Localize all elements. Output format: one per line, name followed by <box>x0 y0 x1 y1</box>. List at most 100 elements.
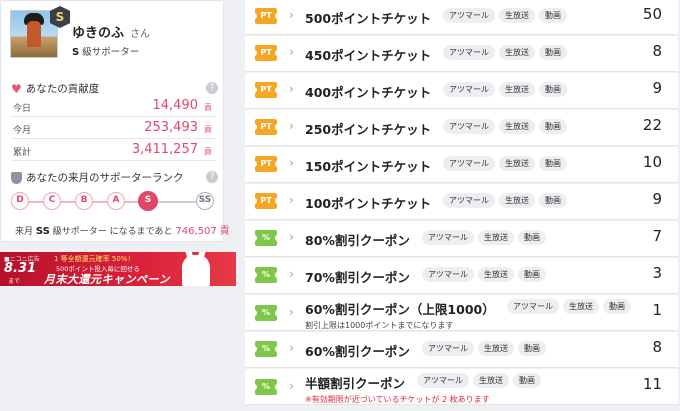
campaign-banner[interactable]: ■ニコニ広告 8.31 まで 1 等全額還元確率 50%！ 500ポイント投入毎… <box>0 252 236 286</box>
stat-label: 累計 <box>13 148 32 158</box>
ticket-row[interactable]: % › 70%割引クーポン アツマール 生放送 動画 3 <box>245 258 678 294</box>
ticket-tag: 生放送 <box>499 193 535 208</box>
ticket-row[interactable]: % › 80%割引クーポン アツマール 生放送 動画 7 <box>245 221 678 257</box>
chevron-right-icon[interactable]: › <box>289 305 294 319</box>
ticket-tag: アツマール <box>422 341 474 356</box>
ticket-tags: アツマール 生放送 動画 <box>422 230 546 245</box>
contribution-title-text: あなたの貢献度 <box>25 83 100 95</box>
ticket-tag: 動画 <box>513 373 541 388</box>
banner-until: まで <box>8 278 21 285</box>
next-rank-title-text: あなたの来月のサポーターランク <box>26 172 184 184</box>
ticket-tag: 生放送 <box>478 230 514 245</box>
ticket-tag: 動画 <box>518 230 546 245</box>
ticket-tag: アツマール <box>422 267 474 282</box>
rank-letter: S <box>72 47 80 58</box>
chevron-right-icon[interactable]: › <box>289 379 294 393</box>
next-prefix: 来月 <box>15 227 34 237</box>
ticket-count: 1 <box>652 301 662 319</box>
stat-month: 今月 253,493 貢 <box>11 119 216 139</box>
profile: S ゆきのふ さん S 級サポーター <box>10 6 222 70</box>
discount-coupon-icon: % <box>252 305 280 321</box>
ticket-row[interactable]: PT › 250ポイントチケット アツマール 生放送 動画 22 <box>245 110 678 146</box>
help-icon[interactable]: ? <box>206 171 218 183</box>
stat-value: 253,493 <box>144 120 198 135</box>
chevron-right-icon[interactable]: › <box>289 45 294 59</box>
ticket-tag: 動画 <box>539 119 567 134</box>
avatar-figure <box>27 21 41 47</box>
rank-step: C <box>43 192 61 210</box>
chevron-right-icon[interactable]: › <box>289 341 294 355</box>
ticket-tags: アツマール 生放送 動画 <box>507 299 631 314</box>
ticket-tag: アツマール <box>443 82 495 97</box>
ticket-tag: 動画 <box>539 193 567 208</box>
ticket-name: 半額割引クーポン <box>305 376 406 391</box>
supporter-card: S ゆきのふ さん S 級サポーター ♥ あなたの貢献度 ? 今日 14,490 貢… <box>0 0 230 242</box>
chevron-right-icon[interactable]: › <box>289 193 294 207</box>
ticket-tag: アツマール <box>507 299 559 314</box>
ticket-tag: 生放送 <box>478 341 514 356</box>
ticket-tags: アツマール 生放送 動画 <box>417 373 541 388</box>
ticket-row[interactable]: PT › 100ポイントチケット アツマール 生放送 動画 9 <box>245 184 678 220</box>
ticket-tag: アツマール <box>443 156 495 171</box>
chevron-right-icon[interactable]: › <box>289 156 294 170</box>
ticket-tag: アツマール <box>422 230 474 245</box>
ticket-name: 400ポイントチケット <box>305 85 432 100</box>
next-mid: になるまであと <box>109 227 173 237</box>
chevron-right-icon[interactable]: › <box>289 119 294 133</box>
ticket-tag: 動画 <box>518 267 546 282</box>
ticket-tags: アツマール 生放送 動画 <box>443 8 567 23</box>
supporter-rank: S 級サポーター <box>72 44 139 58</box>
chevron-right-icon[interactable]: › <box>289 267 294 281</box>
ticket-count: 11 <box>642 375 662 393</box>
ticket-tag: 生放送 <box>499 82 535 97</box>
stat-today: 今日 14,490 貢 <box>11 97 216 117</box>
ticket-name: 70%割引クーポン <box>305 270 410 285</box>
ticket-tags: アツマール 生放送 動画 <box>443 193 567 208</box>
ticket-row[interactable]: PT › 400ポイントチケット アツマール 生放送 動画 9 <box>245 73 678 109</box>
chevron-right-icon[interactable]: › <box>289 82 294 96</box>
rank-ladder: D C B A S SS <box>11 191 216 212</box>
next-rank-title: あなたの来月のサポーターランク <box>11 170 184 185</box>
next-target-label: 級サポーター <box>52 227 107 237</box>
ticket-count: 3 <box>652 264 662 282</box>
honorific: さん <box>130 29 151 40</box>
help-icon[interactable]: ? <box>206 82 218 94</box>
ticket-tags: アツマール 生放送 動画 <box>422 341 546 356</box>
stat-value: 3,411,257 <box>131 142 198 157</box>
ticket-name: 250ポイントチケット <box>305 122 432 137</box>
ticket-row[interactable]: % › 半額割引クーポン アツマール 生放送 動画 ※有効期限が近づいているチケットが 2 … <box>245 369 678 405</box>
discount-coupon-icon: % <box>252 341 280 357</box>
ticket-count: 9 <box>652 79 662 97</box>
ticket-row[interactable]: PT › 150ポイントチケット アツマール 生放送 動画 10 <box>245 147 678 183</box>
ticket-tag: アツマール <box>443 193 495 208</box>
ticket-row[interactable]: % › 60%割引クーポン アツマール 生放送 動画 8 <box>245 332 678 368</box>
username: ゆきのふ さん <box>72 22 150 41</box>
next-remaining: 746,507 <box>175 226 217 237</box>
heart-icon: ♥ <box>11 81 22 96</box>
ticket-name: 80%割引クーポン <box>305 233 410 248</box>
ticket-row[interactable]: % › 60%割引クーポン（上限1000） アツマール 生放送 動画 割引上限は1000ポイ… <box>245 295 678 331</box>
ticket-row[interactable]: PT › 450ポイントチケット アツマール 生放送 動画 8 <box>245 36 678 72</box>
ticket-tag: 生放送 <box>563 299 599 314</box>
ticket-tag: アツマール <box>417 373 469 388</box>
point-ticket-icon: PT <box>252 8 280 24</box>
ticket-count: 7 <box>652 227 662 245</box>
rank-step: D <box>11 192 29 210</box>
ticket-tag: 動画 <box>518 341 546 356</box>
next-unit: 貢 <box>219 226 230 237</box>
chevron-right-icon[interactable]: › <box>289 230 294 244</box>
rank-step-current: S <box>138 191 158 211</box>
ticket-tag: 動画 <box>603 299 631 314</box>
banner-title: 月末大還元キャンペーン <box>44 273 170 286</box>
ticket-tag: 生放送 <box>499 45 535 60</box>
chevron-right-icon[interactable]: › <box>289 8 294 22</box>
ticket-tag: 生放送 <box>499 156 535 171</box>
ticket-name: 60%割引クーポン（上限1000） <box>305 302 495 317</box>
ticket-tags: アツマール 生放送 動画 <box>422 267 546 282</box>
ticket-tag: アツマール <box>443 119 495 134</box>
ticket-row[interactable]: PT › 500ポイントチケット アツマール 生放送 動画 50 <box>245 0 678 35</box>
ticket-name: 60%割引クーポン <box>305 344 410 359</box>
mascot-icon <box>182 255 210 286</box>
point-ticket-icon: PT <box>252 156 280 172</box>
ticket-count: 10 <box>642 153 662 171</box>
